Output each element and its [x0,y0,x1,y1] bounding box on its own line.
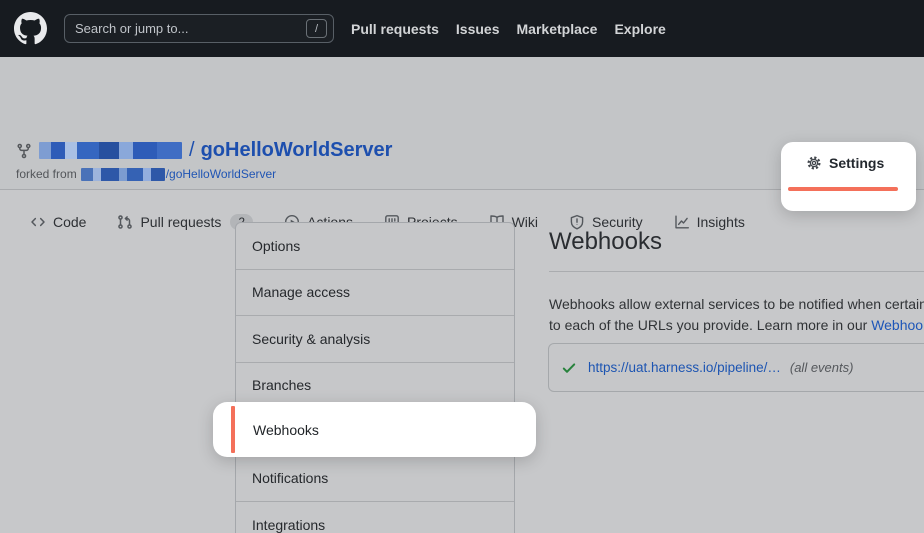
active-tab-underline [788,187,898,191]
repo-title: / goHelloWorldServer [189,139,392,162]
redacted-parent-owner [81,168,165,181]
webhooks-guide-link[interactable]: Webhooks Guide. [871,317,924,333]
search-input[interactable]: Search or jump to... / [64,14,334,43]
page: Search or jump to... / Pull requests Iss… [0,0,924,533]
tab-code[interactable]: Code [30,214,86,230]
check-icon [561,360,577,376]
title-divider [549,271,924,272]
tab-label: Insights [697,214,745,230]
tab-insights[interactable]: Insights [674,214,745,230]
repo-title-row: / goHelloWorldServer [16,139,392,162]
tab-label: Wiki [512,214,538,230]
nav-explore[interactable]: Explore [614,21,665,37]
sidebar-item-options[interactable]: Options [236,223,514,270]
redacted-owner-name [39,142,182,159]
sidebar-item-manage-access[interactable]: Manage access [236,270,514,317]
webhooks-intro-text: Webhooks allow external services to be n… [549,294,924,336]
webhook-events-label: (all events) [790,360,854,375]
page-title: Webhooks [549,228,662,256]
repo-name-link[interactable]: goHelloWorldServer [201,139,393,161]
app-header: Search or jump to... / Pull requests Iss… [0,0,924,57]
settings-tab-spotlight: Settings [781,142,916,211]
git-pull-request-icon [117,214,133,230]
code-icon [30,214,46,230]
forked-from-label: forked from [16,167,77,181]
top-navigation: Pull requests Issues Marketplace Explore [351,21,666,37]
tab-label: Settings [829,155,884,171]
gear-icon [806,155,822,171]
sidebar-item-integrations[interactable]: Integrations [236,502,514,533]
fork-parent-link[interactable]: /goHelloWorldServer [166,167,277,181]
webhook-list-item: https://uat.harness.io/pipeline/… (all e… [548,343,924,392]
github-logo-icon[interactable] [14,12,47,45]
tab-settings[interactable]: Settings [806,155,884,171]
settings-sidebar: Options Manage access Security & analysi… [235,222,515,533]
intro-line-2: to each of the URLs you provide. Learn m… [549,315,924,336]
tab-label: Pull requests [140,214,221,230]
nav-issues[interactable]: Issues [456,21,500,37]
nav-marketplace[interactable]: Marketplace [517,21,598,37]
slash-shortcut-key: / [306,19,327,38]
search-placeholder: Search or jump to... [75,21,306,36]
tab-label: Code [53,214,86,230]
repo-separator: / [189,139,195,161]
tab-pull-requests[interactable]: Pull requests 2 [117,214,253,230]
active-item-indicator [231,406,235,453]
intro-line-1: Webhooks allow external services to be n… [549,294,924,315]
webhooks-item-spotlight: Webhooks [213,402,536,457]
nav-pull-requests[interactable]: Pull requests [351,21,439,37]
sidebar-item-security-analysis[interactable]: Security & analysis [236,316,514,363]
sidebar-item-webhooks[interactable]: Webhooks [253,402,319,457]
webhook-url-link[interactable]: https://uat.harness.io/pipeline/… [588,360,781,375]
graph-icon [674,214,690,230]
repo-forked-icon [16,143,32,159]
forked-from-row: forked from /goHelloWorldServer [16,167,276,181]
sidebar-item-notifications[interactable]: Notifications [236,456,514,503]
